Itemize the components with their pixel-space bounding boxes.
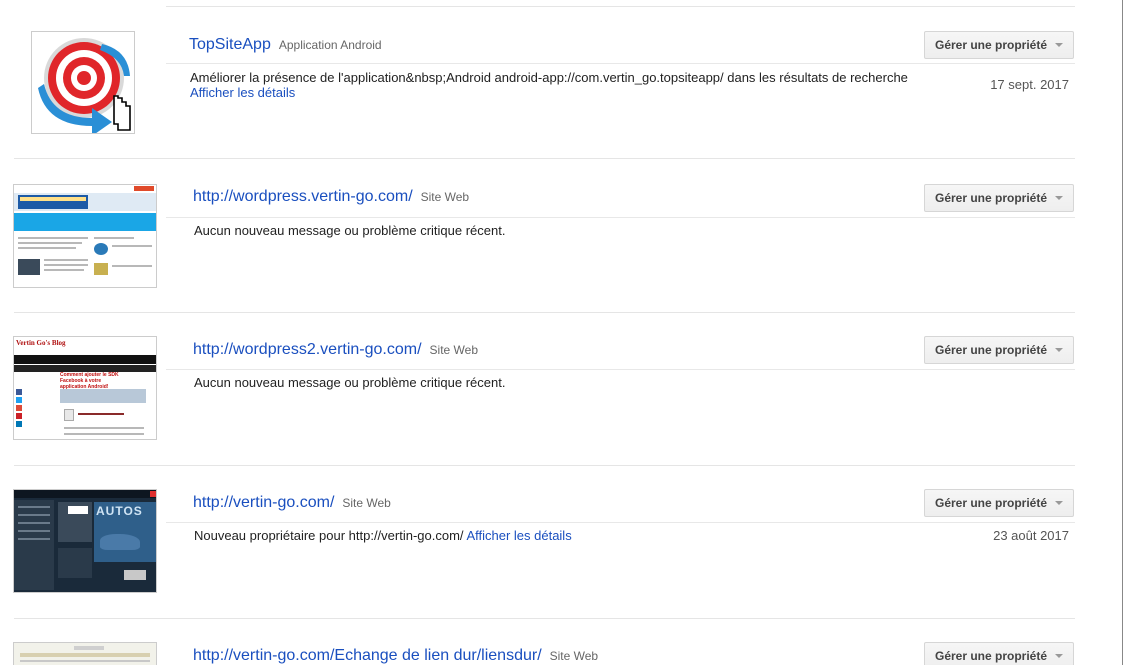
property-message: Nouveau propriétaire pour http://vertin-… bbox=[194, 528, 572, 543]
property-title-line: http://wordpress.vertin-go.com/ Site Web bbox=[193, 188, 469, 206]
manage-property-button[interactable]: Gérer une propriété bbox=[924, 642, 1074, 665]
thumb-heading: Vertin Go's Blog bbox=[16, 339, 66, 347]
property-title-link[interactable]: http://vertin-go.com/ bbox=[193, 494, 334, 512]
property-title-line: TopSiteApp Application Android bbox=[189, 36, 382, 54]
site-thumbnail[interactable] bbox=[13, 184, 157, 288]
message-text: Améliorer la présence de l'application&n… bbox=[190, 70, 908, 85]
chevron-down-icon bbox=[1055, 196, 1064, 200]
site-thumbnail[interactable]: Vertin Go's Blog Comment ajouter le SDK … bbox=[13, 336, 157, 440]
manage-property-label: Gérer une propriété bbox=[934, 38, 1048, 52]
row-separator bbox=[14, 158, 1075, 159]
message-date: 23 août 2017 bbox=[993, 528, 1069, 543]
property-type-label: Site Web bbox=[549, 649, 599, 663]
row-separator bbox=[14, 618, 1075, 619]
thumb-post-title: Comment ajouter le SDK Facebook à votre … bbox=[60, 372, 119, 390]
chevron-down-icon bbox=[1055, 348, 1064, 352]
property-title-line: http://wordpress2.vertin-go.com/ Site We… bbox=[193, 341, 478, 359]
row-separator bbox=[14, 465, 1075, 466]
property-title-link[interactable]: http://wordpress2.vertin-go.com/ bbox=[193, 341, 422, 359]
property-type-label: Site Web bbox=[420, 190, 470, 204]
site-thumbnail[interactable]: AUTOS bbox=[13, 489, 157, 593]
manage-property-label: Gérer une propriété bbox=[934, 649, 1048, 663]
row-separator bbox=[14, 312, 1075, 313]
manage-property-button[interactable]: Gérer une propriété bbox=[924, 489, 1074, 517]
manage-property-label: Gérer une propriété bbox=[934, 191, 1048, 205]
message-date: 17 sept. 2017 bbox=[990, 77, 1069, 92]
property-title-link[interactable]: TopSiteApp bbox=[189, 36, 271, 54]
row-inner-divider bbox=[166, 63, 1075, 64]
row-inner-divider bbox=[166, 217, 1075, 218]
property-title-line: http://vertin-go.com/ Site Web bbox=[193, 494, 391, 512]
property-title-link[interactable]: http://vertin-go.com/Echange de lien dur… bbox=[193, 647, 542, 665]
property-details-line: Afficher les détails bbox=[190, 85, 295, 100]
manage-property-button[interactable]: Gérer une propriété bbox=[924, 31, 1074, 59]
row-inner-divider bbox=[166, 369, 1075, 370]
property-type-label: Site Web bbox=[429, 343, 479, 357]
chevron-down-icon bbox=[1055, 654, 1064, 658]
row-inner-divider bbox=[166, 522, 1075, 523]
message-text: Nouveau propriétaire pour http://vertin-… bbox=[194, 528, 464, 543]
property-message: Améliorer la présence de l'application&n… bbox=[190, 70, 908, 85]
property-title-line: http://vertin-go.com/Echange de lien dur… bbox=[193, 647, 598, 665]
chevron-down-icon bbox=[1055, 501, 1064, 505]
manage-property-button[interactable]: Gérer une propriété bbox=[924, 336, 1074, 364]
manage-property-label: Gérer une propriété bbox=[934, 496, 1048, 510]
topsiteapp-app-icon[interactable] bbox=[31, 31, 135, 134]
property-message: Aucun nouveau message ou problème critiq… bbox=[194, 223, 506, 238]
site-thumbnail[interactable] bbox=[13, 642, 157, 665]
property-type-label: Site Web bbox=[342, 496, 391, 510]
target-cursor-icon bbox=[38, 38, 131, 133]
show-details-link[interactable]: Afficher les détails bbox=[466, 528, 571, 543]
show-details-link[interactable]: Afficher les détails bbox=[190, 85, 295, 100]
thumb-banner: AUTOS bbox=[96, 504, 143, 518]
top-divider bbox=[166, 6, 1075, 7]
chevron-down-icon bbox=[1055, 43, 1064, 47]
property-title-link[interactable]: http://wordpress.vertin-go.com/ bbox=[193, 188, 413, 206]
manage-property-label: Gérer une propriété bbox=[934, 343, 1048, 357]
property-type-label: Application Android bbox=[278, 38, 382, 52]
manage-property-button[interactable]: Gérer une propriété bbox=[924, 184, 1074, 212]
property-message: Aucun nouveau message ou problème critiq… bbox=[194, 375, 506, 390]
